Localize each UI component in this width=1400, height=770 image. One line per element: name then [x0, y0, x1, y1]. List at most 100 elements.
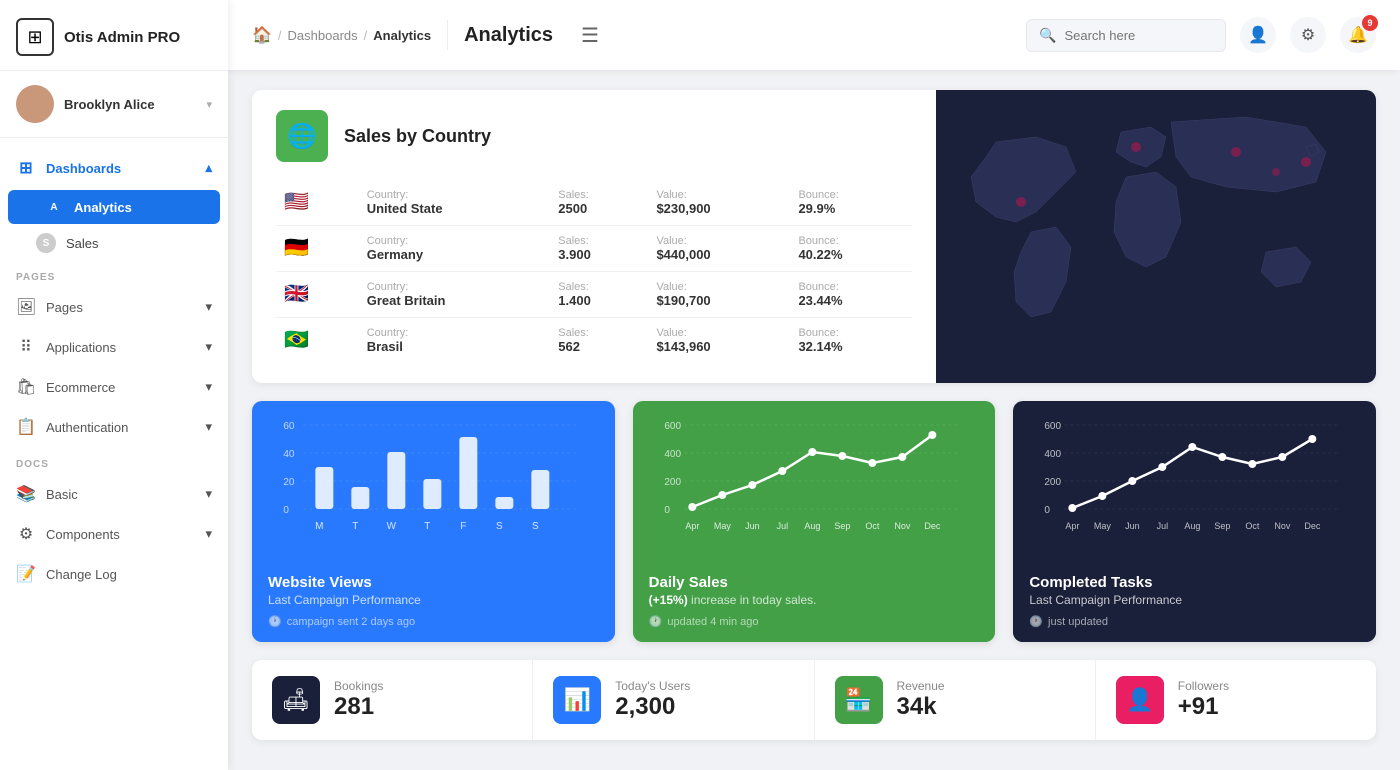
svg-text:Oct: Oct — [1246, 521, 1261, 531]
chart-row: 60 40 20 0 — [252, 401, 1376, 642]
sidebar-item-components[interactable]: ⚙ Components ▾ — [0, 514, 228, 554]
authentication-nav-label: Authentication — [46, 420, 195, 435]
user-name: Brooklyn Alice — [64, 97, 196, 112]
completed-tasks-timestamp: 🕐 just updated — [1029, 615, 1360, 628]
ecommerce-nav-label: Ecommerce — [46, 380, 195, 395]
country-table-row: 🇩🇪 Country: Germany Sales: 3.900 Value: … — [276, 226, 912, 272]
website-views-timestamp: 🕐 campaign sent 2 days ago — [268, 615, 599, 628]
sidebar-item-sales[interactable]: S Sales — [0, 226, 228, 260]
stat-value: 34k — [897, 693, 945, 721]
notifications-button[interactable]: 🔔 9 — [1340, 17, 1376, 53]
applications-chevron-icon: ▾ — [205, 339, 212, 355]
pages-chevron-icon: ▾ — [205, 299, 212, 315]
pages-icon: 🖼 — [16, 297, 36, 317]
svg-text:Aug: Aug — [1185, 521, 1201, 531]
sidebar-item-ecommerce[interactable]: 🛍 Ecommerce ▾ — [0, 367, 228, 407]
completed-tasks-subtitle: Last Campaign Performance — [1029, 593, 1360, 607]
daily-sales-card: 600 400 200 0 — [633, 401, 996, 642]
stat-icon-box: 👤 — [1116, 676, 1164, 724]
stat-label: Today's Users — [615, 679, 690, 693]
daily-sales-info: Daily Sales (+15%) increase in today sal… — [633, 562, 996, 642]
sidebar-logo: ⊞ Otis Admin PRO — [0, 0, 228, 71]
components-chevron-icon: ▾ — [205, 526, 212, 542]
svg-text:Sep: Sep — [1215, 521, 1231, 531]
stat-icon-box: 📊 — [553, 676, 601, 724]
svg-text:Sep: Sep — [834, 521, 850, 531]
sidebar-dashboards-label: Dashboards — [46, 161, 195, 176]
svg-text:Oct: Oct — [865, 521, 880, 531]
breadcrumb-dashboards[interactable]: Dashboards — [288, 28, 358, 43]
clock-icon2: 🕐 — [649, 615, 663, 628]
completed-tasks-chart-area: 600 400 200 0 — [1013, 401, 1376, 562]
daily-sales-chart-area: 600 400 200 0 — [633, 401, 996, 562]
sales-header: 🌐 Sales by Country — [276, 110, 912, 162]
svg-text:Nov: Nov — [1275, 521, 1292, 531]
website-views-info: Website Views Last Campaign Performance … — [252, 562, 615, 642]
map-container — [936, 90, 1376, 383]
search-input[interactable] — [1064, 28, 1204, 43]
user-profile-button[interactable]: 👤 — [1240, 17, 1276, 53]
svg-text:600: 600 — [1045, 421, 1062, 432]
sidebar-item-changelog[interactable]: 📝 Change Log — [0, 554, 228, 594]
svg-text:Jul: Jul — [1157, 521, 1169, 531]
dashboards-icon: ⊞ — [16, 158, 36, 178]
sales-label: Sales — [66, 236, 99, 251]
content-area: 🌐 Sales by Country 🇺🇸 Country: United St… — [228, 70, 1400, 770]
pages-section-label: PAGES — [0, 260, 228, 287]
hamburger-icon[interactable]: ☰ — [581, 23, 599, 48]
basic-icon: 📚 — [16, 484, 36, 504]
authentication-icon: 📋 — [16, 417, 36, 437]
stat-text: Bookings 281 — [334, 679, 383, 721]
stats-row: 🛋 Bookings 281 📊 Today's Users 2,300 🏪 R… — [252, 660, 1376, 740]
svg-text:Jul: Jul — [776, 521, 788, 531]
sidebar-item-basic[interactable]: 📚 Basic ▾ — [0, 474, 228, 514]
country-table-row: 🇬🇧 Country: Great Britain Sales: 1.400 V… — [276, 272, 912, 318]
daily-sales-subtitle: (+15%) increase in today sales. — [649, 593, 980, 607]
clock-icon3: 🕐 — [1029, 615, 1043, 628]
sidebar-nav: ⊞ Dashboards ▴ A Analytics S Sales PAGES… — [0, 138, 228, 770]
authentication-chevron-icon: ▾ — [205, 419, 212, 435]
sidebar-item-dashboards[interactable]: ⊞ Dashboards ▴ — [0, 148, 228, 188]
sidebar-item-applications[interactable]: ⠿ Applications ▾ — [0, 327, 228, 367]
svg-text:W: W — [387, 521, 397, 532]
svg-text:T: T — [424, 521, 430, 532]
svg-text:400: 400 — [664, 449, 681, 460]
sidebar-item-analytics[interactable]: A Analytics — [8, 190, 220, 224]
docs-section-label: DOCS — [0, 447, 228, 474]
svg-text:200: 200 — [1045, 477, 1062, 488]
breadcrumb-analytics: Analytics — [373, 28, 431, 43]
clock-icon: 🕐 — [268, 615, 282, 628]
svg-text:Jun: Jun — [745, 521, 760, 531]
website-views-chart-area: 60 40 20 0 — [252, 401, 615, 562]
settings-button[interactable]: ⚙ — [1290, 17, 1326, 53]
stat-value: 281 — [334, 693, 383, 721]
page-title: Analytics — [464, 24, 553, 47]
components-nav-label: Components — [46, 527, 195, 542]
breadcrumb-sep2: / — [364, 28, 368, 43]
website-views-chart: 60 40 20 0 — [264, 417, 603, 557]
stat-text: Today's Users 2,300 — [615, 679, 690, 721]
completed-tasks-chart: 600 400 200 0 — [1025, 417, 1364, 557]
svg-text:F: F — [460, 521, 466, 532]
sidebar-user[interactable]: Brooklyn Alice ▾ — [0, 71, 228, 138]
stat-text: Followers +91 — [1178, 679, 1229, 721]
website-views-card: 60 40 20 0 — [252, 401, 615, 642]
search-box[interactable]: 🔍 — [1026, 19, 1226, 52]
notification-badge: 9 — [1362, 15, 1378, 31]
completed-tasks-card: 600 400 200 0 — [1013, 401, 1376, 642]
basic-nav-label: Basic — [46, 487, 195, 502]
stat-item: 🛋 Bookings 281 — [252, 660, 533, 740]
world-map-svg — [936, 102, 1376, 372]
main-content: 🏠 / Dashboards / Analytics Analytics ☰ 🔍… — [228, 0, 1400, 770]
svg-text:600: 600 — [664, 421, 681, 432]
svg-text:0: 0 — [283, 505, 289, 516]
sidebar-item-authentication[interactable]: 📋 Authentication ▾ — [0, 407, 228, 447]
topbar-divider — [447, 20, 448, 50]
svg-text:M: M — [315, 521, 323, 532]
breadcrumb-home-icon[interactable]: 🏠 — [252, 25, 272, 45]
stat-label: Followers — [1178, 679, 1229, 693]
sales-by-country-card: 🌐 Sales by Country 🇺🇸 Country: United St… — [252, 90, 1376, 383]
stat-value: 2,300 — [615, 693, 690, 721]
search-icon: 🔍 — [1039, 27, 1056, 44]
sidebar-item-pages[interactable]: 🖼 Pages ▾ — [0, 287, 228, 327]
